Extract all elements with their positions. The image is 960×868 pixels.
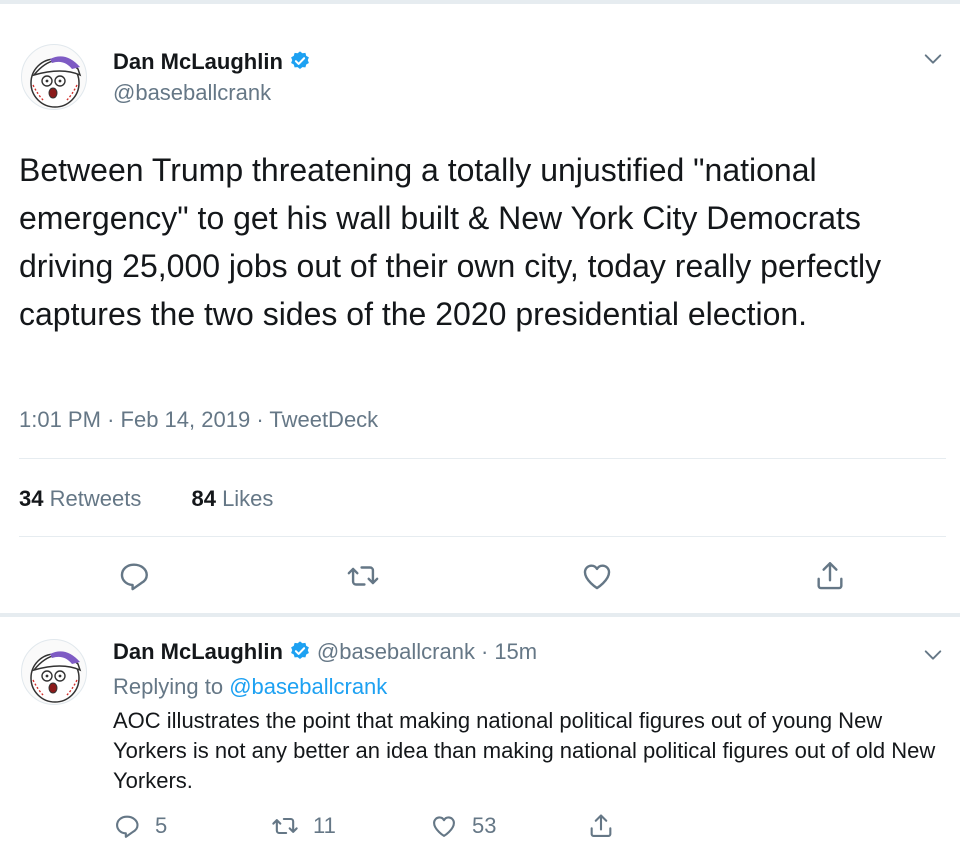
likes-label: Likes [222,486,274,511]
retweet-icon [347,566,379,586]
tweet-time[interactable]: 1:01 PM [19,407,101,432]
divider [19,458,946,459]
retweet-button[interactable] [346,559,380,593]
author-avatar[interactable] [21,44,87,110]
reply-retweet-button[interactable]: 11 [271,812,336,840]
like-icon [583,564,611,590]
reply-button[interactable] [117,559,151,593]
tweet-meta: 1:01 PM · Feb 14, 2019 · TweetDeck [19,407,378,433]
likes-count: 84 [191,486,216,511]
reply-author-avatar[interactable] [21,639,87,705]
reply-icon [120,563,148,591]
share-button[interactable] [813,559,847,593]
retweets-count: 34 [19,486,44,511]
tweet-stats: 34 Retweets 84 Likes [19,486,317,512]
replying-to: Replying to @baseballcrank [113,674,387,700]
like-button[interactable] [580,559,614,593]
share-icon [590,814,612,837]
share-icon [817,562,843,590]
like-icon [433,816,455,837]
reply-tweet[interactable]: Dan McLaughlin @baseballcrank · 15m Replyi… [0,617,960,868]
verified-badge-icon [290,51,309,69]
retweet-count: 11 [313,813,336,838]
tweet-date[interactable]: Feb 14, 2019 [121,407,251,432]
reply-author-name[interactable]: Dan McLaughlin [113,639,283,664]
author-handle[interactable]: @baseballcrank [113,80,271,106]
meta-separator: · [256,407,270,432]
likes-stat[interactable]: 84 Likes [191,486,273,512]
reply-icon [116,815,139,838]
divider [19,536,946,537]
like-count: 53 [472,813,497,838]
reply-share-button[interactable] [587,812,629,840]
reply-separator: · [480,639,489,664]
tweet-text: Between Trump threatening a totally unju… [19,152,882,332]
retweets-stat[interactable]: 34 Retweets [19,486,141,512]
chevron-down-icon[interactable] [922,48,944,70]
retweets-label: Retweets [49,486,142,511]
main-tweet: Dan McLaughlin @baseballcrank Between Tr… [0,4,960,613]
verified-badge-icon [290,641,309,659]
reply-like-button[interactable]: 53 [430,812,496,840]
reply-reply-button[interactable]: 5 [113,812,167,840]
author-name-row[interactable]: Dan McLaughlin [113,49,311,75]
baseball-avatar-icon [30,651,82,703]
tweet-source[interactable]: TweetDeck [269,407,378,432]
chevron-down-icon[interactable] [922,644,944,666]
reply-author-handle[interactable]: @baseballcrank [317,639,475,664]
reply-text: AOC illustrates the point that making na… [113,708,936,793]
reply-time[interactable]: 15m [494,639,537,664]
meta-separator: · [107,407,121,432]
retweet-icon [272,817,298,835]
baseball-avatar-icon [30,56,82,108]
reply-header: Dan McLaughlin @baseballcrank · 15m [113,639,537,665]
reply-count: 5 [155,813,168,838]
replying-prefix: Replying to [113,674,224,699]
replying-to-link[interactable]: @baseballcrank [229,674,387,699]
author-name[interactable]: Dan McLaughlin [113,49,283,74]
